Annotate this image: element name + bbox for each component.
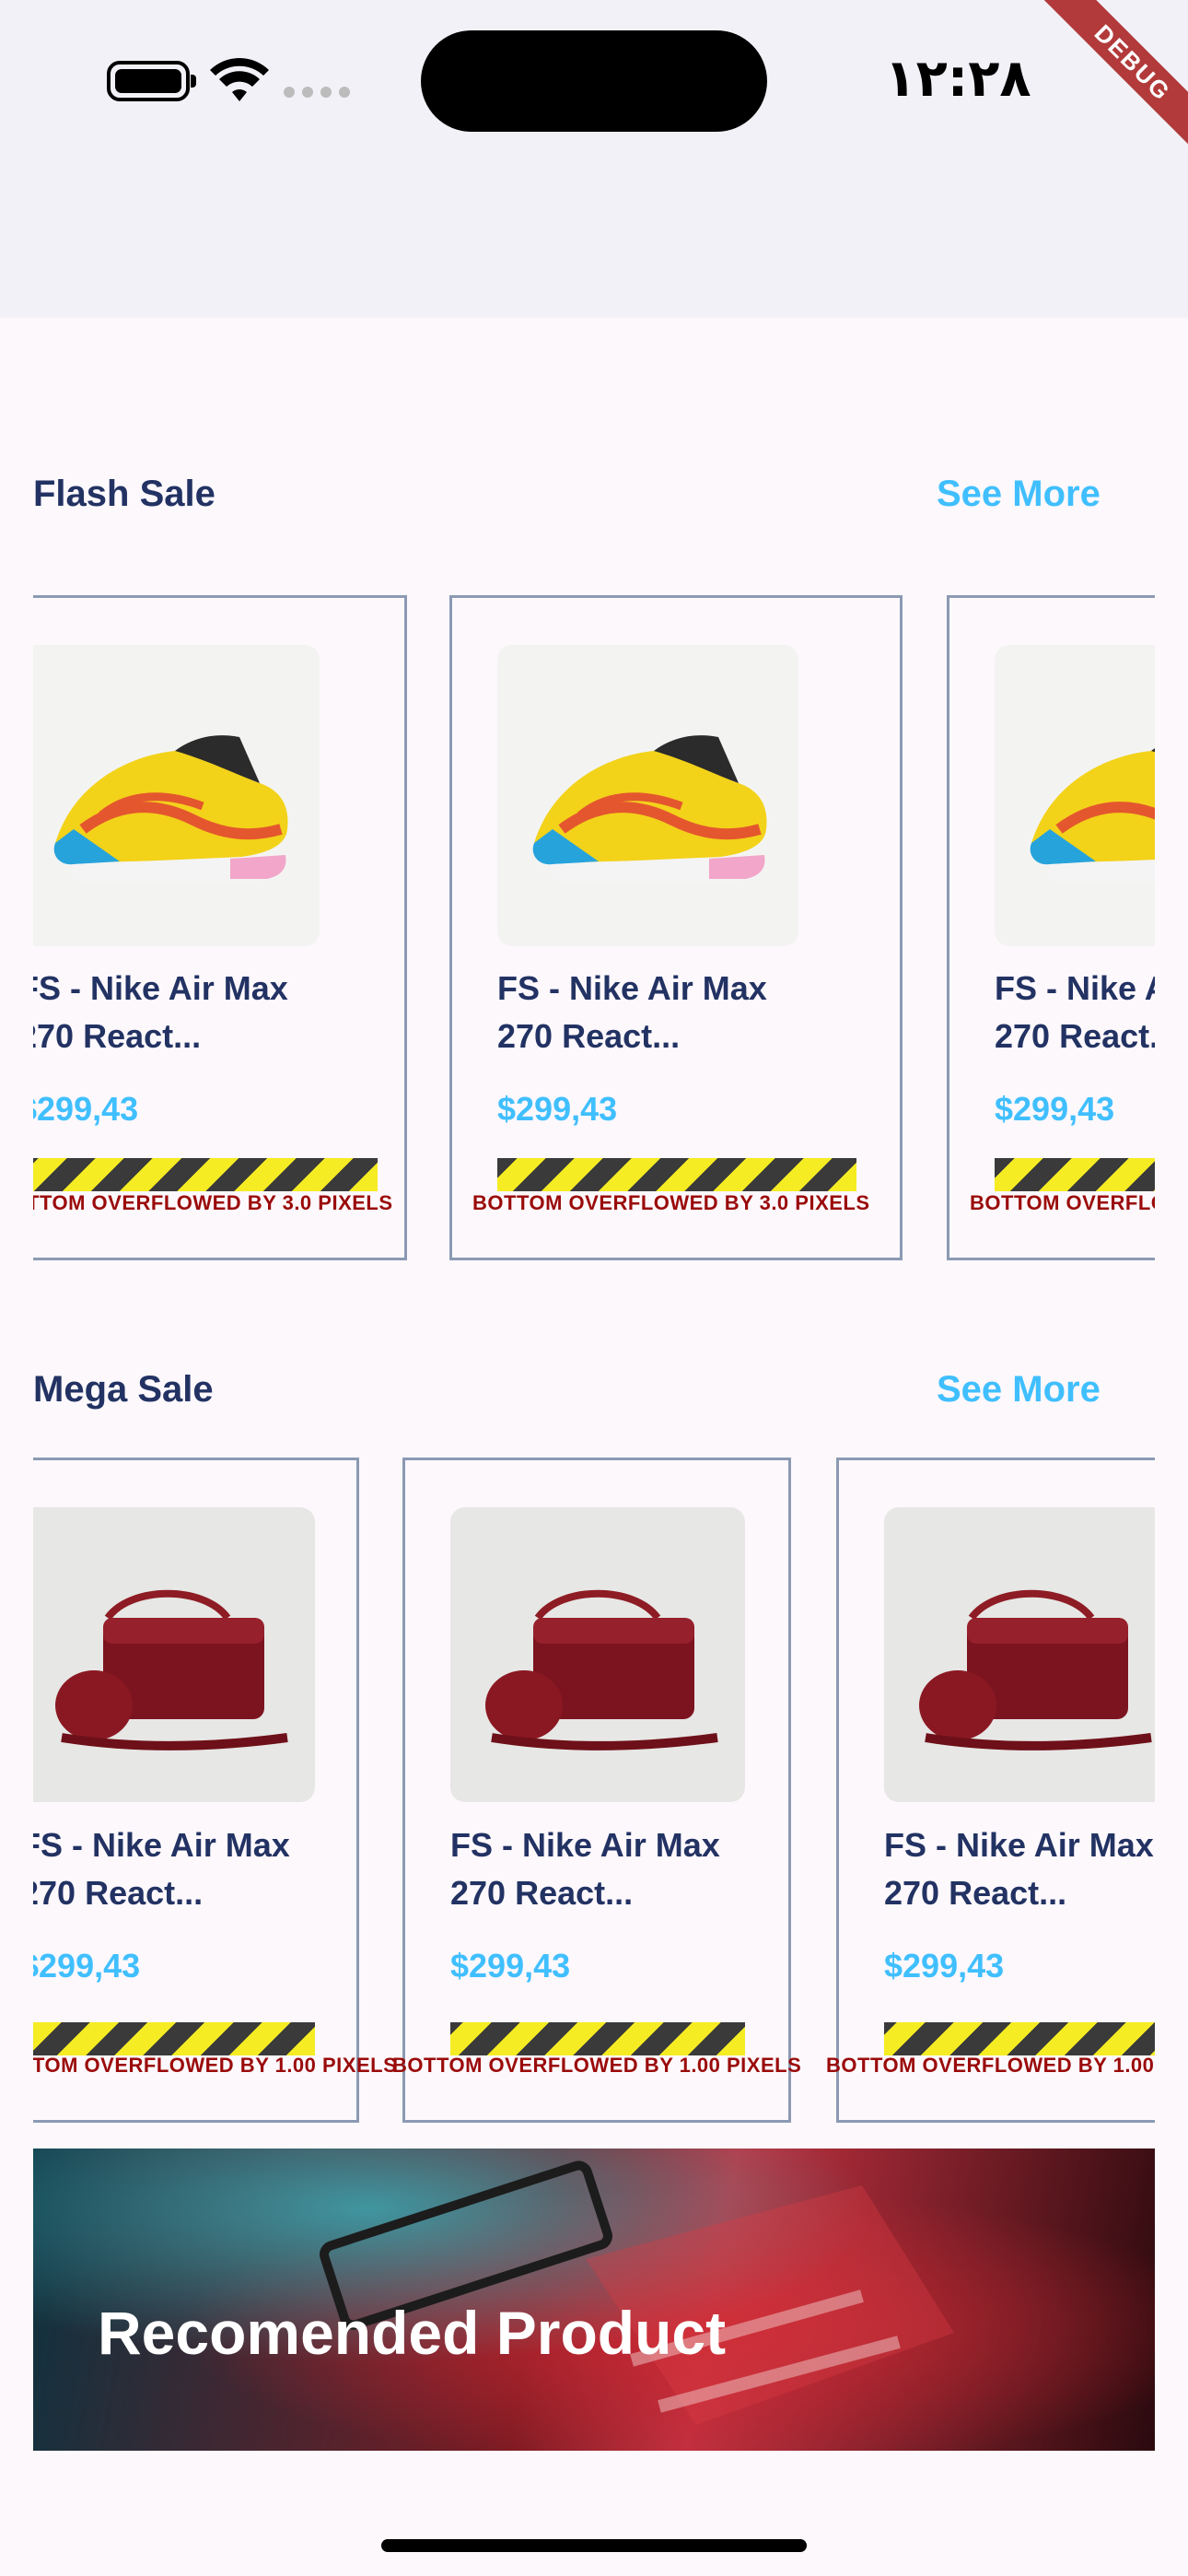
battery-icon <box>107 61 196 101</box>
mega-sale-title: Mega Sale <box>33 1369 214 1410</box>
product-name-line2: 270 React... <box>884 1874 1067 1912</box>
product-name-line2: 270 React... <box>497 1017 681 1055</box>
product-image-shoe <box>33 645 320 946</box>
product-image-bag <box>884 1507 1155 1802</box>
overflow-warning-text: BOTTOM OVERFLOWED BY 3.0 PIXELS <box>970 1191 1155 1214</box>
flash-sale-see-more-link[interactable]: See More <box>937 474 1101 515</box>
product-card[interactable]: FS - Nike Air Max 270 React... $299,43 B… <box>449 595 903 1260</box>
product-image-shoe <box>497 645 798 946</box>
product-price: $299,43 <box>497 1090 618 1128</box>
overflow-warning-stripe <box>450 2022 745 2055</box>
product-card[interactable]: FS - Nike Air Max 270 React... $299,43 B… <box>33 1458 397 2123</box>
product-name-line1: FS - Nike Air Max <box>995 969 1155 1007</box>
home-indicator[interactable] <box>381 2539 807 2552</box>
sneaker-image <box>1030 748 1155 883</box>
overflow-warning-stripe <box>497 1158 856 1191</box>
mega-sale-see-more-link[interactable]: See More <box>937 1369 1101 1411</box>
overflow-warning-stripe <box>884 2022 1155 2055</box>
overflow-warning-text: BOTTOM OVERFLOWED BY 1.00 PIXELS <box>33 2054 398 2077</box>
overflow-warning-text: BOTTOM OVERFLOWED BY 3.0 PIXELS <box>33 1191 393 1214</box>
overflow-warning-text: BOTTOM OVERFLOWED BY 3.0 PIXELS <box>472 1191 870 1214</box>
wifi-icon <box>210 58 269 101</box>
debug-label: DEBUG <box>1021 0 1188 174</box>
handbag-image <box>919 1589 1152 1751</box>
flash-sale-title: Flash Sale <box>33 474 215 514</box>
handbag-image <box>485 1589 718 1751</box>
cellular-signal-icon <box>284 87 350 98</box>
product-card[interactable]: FS - Nike Air Max 270 React... $299,43 B… <box>33 595 407 1260</box>
product-image-bag <box>33 1507 315 1802</box>
debug-banner: DEBUG <box>1004 0 1188 184</box>
overflow-warning-text: BOTTOM OVERFLOWED BY 1.00 PIXELS <box>392 2054 802 2077</box>
product-price: $299,43 <box>995 1090 1115 1128</box>
product-price: $299,43 <box>884 1947 1005 1985</box>
product-name-line1: FS - Nike Air Max <box>33 969 288 1007</box>
handbag-image <box>55 1589 288 1751</box>
overflow-warning-stripe <box>33 2022 315 2055</box>
product-card[interactable]: FS - Nike Air Max 270 React... $299,43 B… <box>826 1458 1155 2123</box>
overflow-warning-stripe <box>33 1158 378 1191</box>
product-image-bag <box>450 1507 745 1802</box>
sneaker-image <box>532 735 767 883</box>
product-card[interactable]: FS - Nike Air Max 270 React... $299,43 B… <box>392 1458 801 2123</box>
product-name-line2: 270 React... <box>33 1017 202 1055</box>
product-name-line1: FS - Nike Air Max <box>33 1826 290 1864</box>
product-price: $299,43 <box>33 1090 139 1128</box>
mega-sale-carousel[interactable]: FS - Nike Air Max 270 React... $299,43 B… <box>33 1458 1155 2125</box>
product-name-line2: 270 React... <box>33 1874 204 1912</box>
product-name-line1: FS - Nike Air Max <box>450 1826 720 1864</box>
overflow-warning-stripe <box>995 1158 1155 1191</box>
product-price: $299,43 <box>450 1947 571 1985</box>
product-card[interactable]: FS - Nike Air Max 270 React... $299,43 B… <box>947 595 1155 1260</box>
flash-sale-carousel[interactable]: FS - Nike Air Max 270 React... $299,43 B… <box>33 595 1155 1262</box>
product-image-shoe <box>995 645 1155 946</box>
banner-title: Recomended Product <box>98 2299 727 2367</box>
product-name-line1: FS - Nike Air Max <box>497 969 767 1007</box>
sneaker-image <box>53 735 288 883</box>
product-name-line2: 270 React... <box>450 1874 634 1912</box>
recommended-product-banner[interactable]: Recomended Product <box>33 2149 1155 2451</box>
dynamic-island <box>421 30 767 132</box>
product-price: $299,43 <box>33 1947 141 1985</box>
product-name-line2: 270 React... <box>995 1017 1155 1055</box>
overflow-warning-text: BOTTOM OVERFLOWED BY 1.00 PIXELS <box>826 2054 1155 2077</box>
product-name-line1: FS - Nike Air Max <box>884 1826 1154 1864</box>
